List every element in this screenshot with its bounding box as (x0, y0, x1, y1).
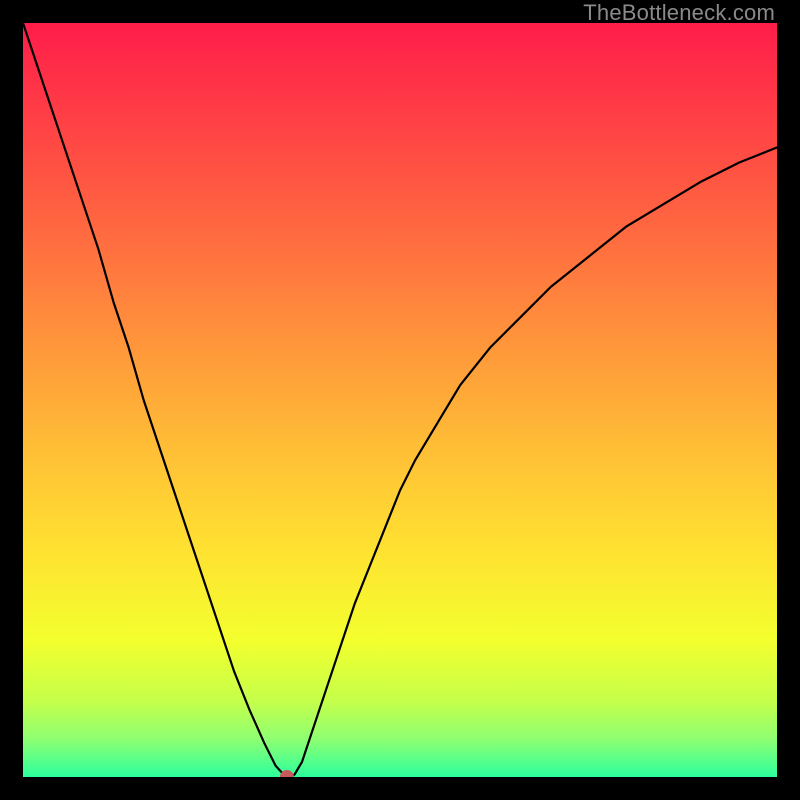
watermark-text: TheBottleneck.com (583, 0, 775, 26)
plot-area (23, 23, 777, 777)
chart-frame: TheBottleneck.com (0, 0, 800, 800)
bottleneck-curve-chart (23, 23, 777, 777)
gradient-background (23, 23, 777, 777)
